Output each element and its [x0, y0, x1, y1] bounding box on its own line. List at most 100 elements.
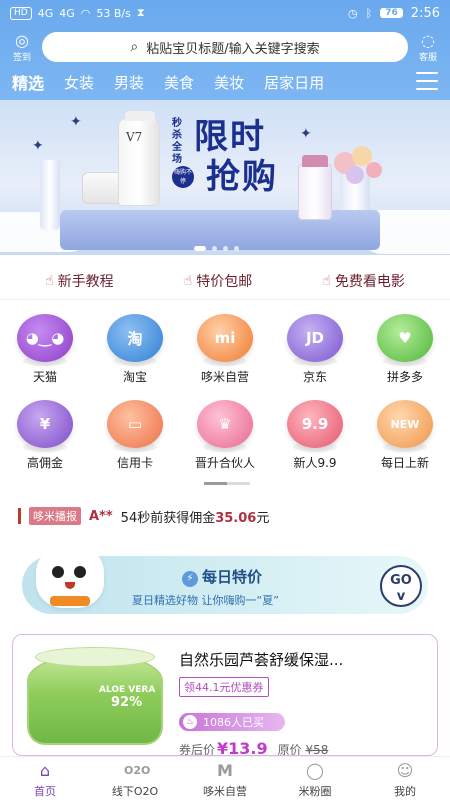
- grid-item-jd[interactable]: JD 京东: [280, 314, 350, 385]
- grid-item-commission[interactable]: ¥ 高佣金: [10, 400, 80, 471]
- grid-item-duomi[interactable]: mi 哆米自营: [190, 314, 260, 385]
- signin-label: 签到: [12, 53, 31, 63]
- coupon-badge[interactable]: 领44.1元优惠券: [179, 677, 269, 697]
- home-icon: ⌂: [39, 761, 51, 780]
- tmall-icon: ◕‿◕: [17, 314, 73, 366]
- product-image-percent: 92%: [111, 695, 143, 710]
- jd-icon: JD: [287, 314, 343, 366]
- ticker-amount: 35.06: [215, 510, 257, 526]
- nav-label: 线下O2O: [111, 785, 159, 798]
- grid-item-pinduoduo[interactable]: ♥ 拼多多: [370, 314, 440, 385]
- pagination-dot[interactable]: [194, 246, 206, 251]
- price-label: 券后价: [179, 743, 216, 756]
- tab-beauty[interactable]: 美妆: [214, 72, 244, 93]
- nav-o2o[interactable]: O2O 线下O2O: [90, 757, 180, 800]
- grid-item-taobao[interactable]: 淘 淘宝: [100, 314, 170, 385]
- nav-label: 首页: [34, 785, 56, 798]
- daily-special-title: ⚡ 每日特价: [182, 566, 262, 587]
- quick-link-tutorial[interactable]: ☝ 新手教程: [45, 271, 114, 291]
- original-price-label: 原价: [277, 743, 302, 756]
- bird-icon: ✦: [32, 138, 44, 154]
- grid-item-label: 淘宝: [122, 370, 147, 384]
- magnifier-icon: ◯: [306, 761, 324, 780]
- grid-item-partner[interactable]: ♛ 晋升合伙人: [190, 400, 260, 471]
- tab-featured[interactable]: 精选: [12, 70, 44, 94]
- chat-icon: ◌: [421, 31, 435, 50]
- grid-item-label: 新人9.9: [293, 456, 337, 470]
- ticker-text: 54秒前获得佣金: [120, 510, 216, 526]
- profile-icon: ☺: [396, 761, 414, 780]
- menu-icon: [416, 72, 438, 74]
- signin-button[interactable]: ◎ 签到: [2, 32, 42, 64]
- search-icon: ⌕: [130, 39, 139, 55]
- commission-icon: ¥: [17, 400, 73, 452]
- nav-label: 我的: [394, 785, 416, 798]
- chevron-down-icon: v: [396, 589, 406, 604]
- nav-label: 米粉圈: [298, 785, 332, 798]
- nav-duomi[interactable]: M 哆米自营: [180, 757, 270, 800]
- new-arrival-icon: NEW: [377, 400, 433, 452]
- customer-service-button[interactable]: ◌ 客服: [408, 31, 448, 64]
- headline-line-1: 限时: [194, 117, 266, 157]
- category-menu-button[interactable]: [416, 72, 438, 90]
- tab-men[interactable]: 男装: [114, 72, 144, 93]
- duomi-m-icon: M: [217, 761, 233, 780]
- balloon-decoration: [346, 166, 364, 184]
- grid-item-label: 高佣金: [26, 456, 63, 470]
- ticker-brand: 哆米播报: [29, 507, 81, 525]
- hourglass-icon: ⧗: [136, 6, 145, 19]
- quick-link-movies[interactable]: ☝ 免费看电影: [322, 271, 405, 291]
- bird-icon: ✦: [300, 126, 312, 142]
- o2o-icon: O2O: [124, 764, 151, 777]
- tab-women[interactable]: 女装: [64, 72, 94, 93]
- flame-icon: ♨: [183, 715, 197, 729]
- bird-icon: ✦: [70, 114, 82, 130]
- product-image-label: ALOE VERA: [99, 685, 156, 695]
- grid-item-newbie[interactable]: 9.9 新人9.9: [280, 400, 350, 471]
- pointer-icon: ☝: [183, 272, 193, 289]
- pagination-dot[interactable]: [223, 246, 228, 251]
- serum-bottle-image: [298, 155, 332, 220]
- nav-fan-circle[interactable]: ◯ 米粉圈: [270, 757, 360, 800]
- tab-home[interactable]: 居家日用: [264, 72, 324, 93]
- bluetooth-icon: ᛒ: [365, 6, 373, 20]
- network-speed: 53 B/s: [96, 6, 131, 20]
- grid-page-indicator: [204, 482, 250, 485]
- original-price: ¥58: [305, 743, 329, 756]
- search-placeholder: 粘贴宝贝标题/输入关键字搜索: [146, 41, 320, 57]
- newbie-icon: 9.9: [287, 400, 343, 452]
- grid-item-tmall[interactable]: ◕‿◕ 天猫: [10, 314, 80, 385]
- pagination-dot[interactable]: [212, 246, 217, 251]
- grid-item-label: 每日上新: [380, 456, 429, 470]
- credit-card-icon: ▭: [107, 400, 163, 452]
- banner-headline: 限时 抢购: [192, 118, 302, 208]
- grid-item-new-arrivals[interactable]: NEW 每日上新: [370, 400, 440, 471]
- nav-label: 哆米自营: [203, 785, 247, 798]
- duomi-icon: mi: [197, 314, 253, 366]
- pillar-decoration: [40, 160, 60, 230]
- nav-home[interactable]: ⌂ 首页: [0, 757, 90, 800]
- tab-food[interactable]: 美食: [164, 72, 194, 93]
- nav-profile[interactable]: ☺ 我的: [360, 757, 450, 800]
- mascot-image: [36, 544, 104, 608]
- price-row: 券后价 ¥13.9 原价 ¥58: [179, 739, 329, 756]
- bottom-navigation: ⌂ 首页 O2O 线下O2O M 哆米自营 ◯ 米粉圈 ☺ 我的: [0, 756, 450, 800]
- quick-link-free-shipping[interactable]: ☝ 特价包邮: [184, 271, 253, 291]
- wifi-icon: ◠: [80, 6, 91, 20]
- ticker-unit: 元: [256, 510, 270, 526]
- promo-banner[interactable]: V7 秒杀全场 嗨购不停 限时 抢购 ✦ ✦ ✦: [0, 100, 450, 255]
- product-card[interactable]: ALOE VERA 92% 自然乐园芦荟舒缓保湿... 领44.1元优惠券 ♨ …: [12, 634, 438, 756]
- status-bar: HD 4G 4G ◠ 53 B/s ⧗ ◷ ᛒ 76 2:56: [0, 0, 450, 26]
- product-title: 自然乐园芦荟舒缓保湿...: [179, 651, 344, 669]
- pagination-dot[interactable]: [234, 246, 239, 251]
- grid-item-credit-card[interactable]: ▭ 信用卡: [100, 400, 170, 471]
- banner-pagination: [194, 246, 239, 251]
- category-tabs: 精选 女装 男装 美食 美妆 居家日用: [0, 64, 450, 100]
- price-value: ¥13.9: [217, 739, 268, 756]
- service-label: 客服: [418, 53, 437, 63]
- search-input[interactable]: ⌕ 粘贴宝贝标题/输入关键字搜索: [42, 32, 408, 62]
- pinduoduo-icon: ♥: [377, 314, 433, 366]
- daily-special-subtitle: 夏日精选好物 让你嗨购一“夏”: [132, 594, 279, 607]
- go-button[interactable]: GO v: [380, 565, 422, 607]
- quick-link-label: 特价包邮: [196, 273, 253, 290]
